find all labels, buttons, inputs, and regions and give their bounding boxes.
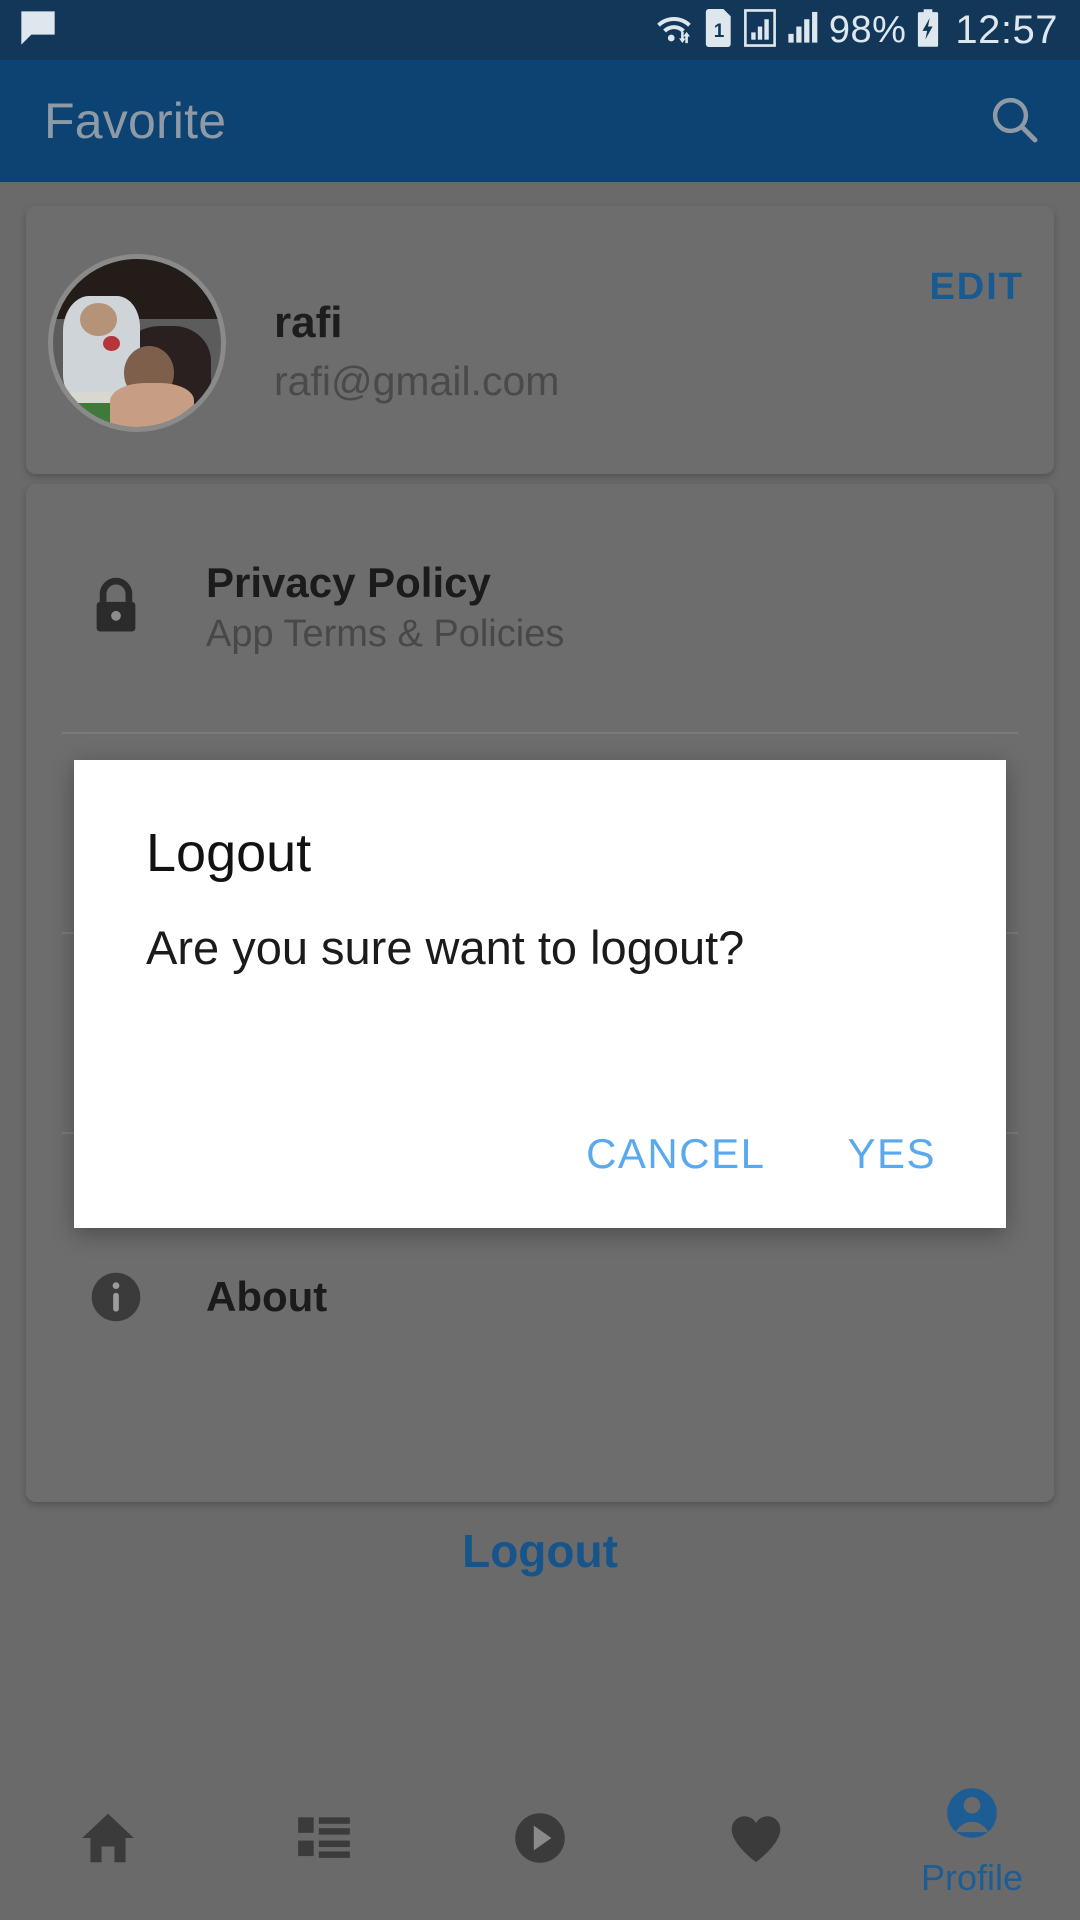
mobile-screen: 1 98% 12:57 Favorite rafi rafi@gmail.com… [0,0,1080,1920]
logout-dialog: Logout Are you sure want to logout? CANC… [74,760,1006,1228]
dialog-actions: CANCEL YES [556,1112,966,1196]
yes-button[interactable]: YES [817,1112,966,1196]
dialog-message: Are you sure want to logout? [146,921,745,974]
cancel-button[interactable]: CANCEL [556,1112,795,1196]
dialog-title: Logout [146,823,312,883]
